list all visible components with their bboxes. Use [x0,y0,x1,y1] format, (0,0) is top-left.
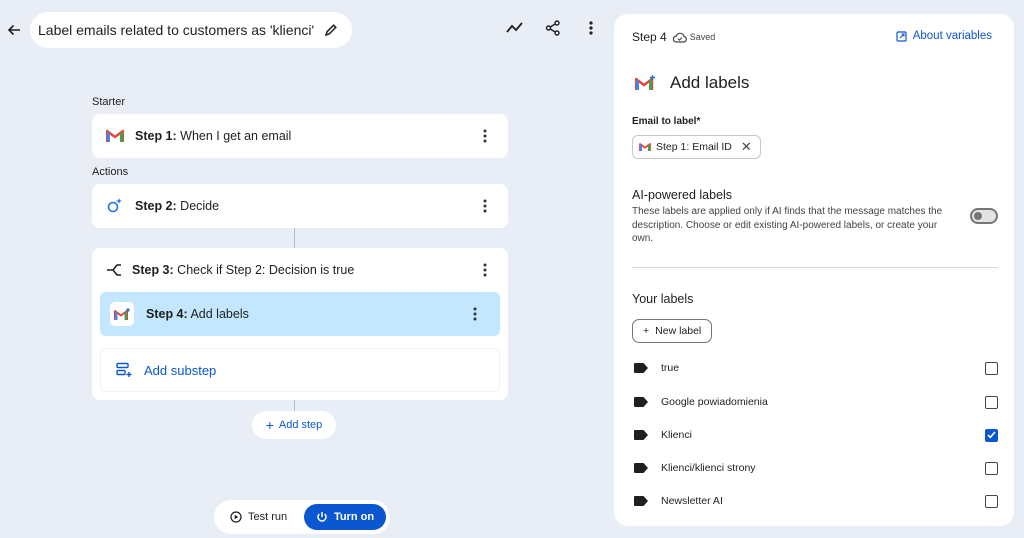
about-variables-label: About variables [912,30,992,42]
back-arrow-icon[interactable] [2,18,26,42]
turn-on-label: Turn on [333,511,375,523]
check-icon [987,431,996,439]
plus-icon: + [643,325,650,337]
step-4-more-icon[interactable] [464,303,486,325]
connector-line [294,228,295,248]
flow-toolbar [505,18,601,38]
ai-labels-toggle[interactable] [970,208,998,224]
test-run-label: Test run [248,511,288,523]
play-circle-icon [230,511,242,523]
share-icon[interactable] [543,18,563,38]
step-3-group: Step 3: Check if Step 2: Decision is tru… [92,248,508,400]
activity-trend-icon[interactable] [505,18,525,38]
label-row-klienci-strony: Klienci/klienci strony [632,458,998,478]
section-divider [632,267,998,268]
label-checkbox[interactable] [985,494,998,508]
label-row-klienci: Klienci [632,425,998,445]
add-step-button[interactable]: + Add step [252,411,336,439]
gmail-icon [639,143,651,151]
panel-header: Step 4 Saved [632,30,715,44]
turn-on-button[interactable]: Turn on [304,504,386,530]
gmail-add-icon [110,302,134,326]
test-run-button[interactable]: Test run [230,511,287,523]
email-to-label-field-label: Email to label* [632,116,701,127]
starter-section-label: Starter [92,96,126,108]
flow-title: Label emails related to customers as 'kl… [38,22,315,38]
step-1-label: Step 1: When I get an email [135,129,292,143]
label-name: Klienci [661,429,692,441]
label-name: Klienci/klienci strony [661,462,756,474]
edit-pencil-icon[interactable] [324,23,338,37]
flow-editor: Label emails related to customers as 'kl… [0,8,604,534]
more-vert-icon[interactable] [581,18,601,38]
label-row-google-powiadomienia: Google powiadomienia [632,392,998,412]
add-step-label: Add step [278,419,323,431]
step-config-panel: Step 4 Saved About variables Add labels … [614,14,1014,526]
about-variables-link[interactable]: About variables [896,30,992,42]
label-row-newsletter-ai: Newsletter AI [632,491,998,511]
step-4-label: Step 4: Add labels [146,307,249,321]
email-chip-label: Step 1: Email ID [656,141,732,153]
step-2-label: Step 2: Decide [135,199,220,213]
label-tag-icon [634,430,648,440]
email-variable-chip[interactable]: Step 1: Email ID ✕ [632,135,761,159]
label-checkbox-checked[interactable] [985,428,998,442]
label-row-true: true [632,358,998,378]
label-name: Google powiadomienia [661,396,768,408]
open-in-new-icon [896,30,907,42]
actions-section-label: Actions [92,166,129,178]
add-substep-button[interactable]: Add substep [100,348,500,392]
decide-sparkle-icon [105,196,125,216]
label-tag-icon [634,463,648,473]
panel-step-label: Step 4 [632,30,667,44]
label-name: true [661,362,680,374]
step-3-card[interactable]: Step 3: Check if Step 2: Decision is tru… [92,248,508,292]
plus-icon: + [265,417,274,433]
step-4-card-selected[interactable]: Step 4: Add labels [100,292,500,336]
step-2-card[interactable]: Step 2: Decide [92,184,508,228]
label-tag-icon [634,397,648,407]
step-3-more-icon[interactable] [474,259,496,281]
ai-labels-title: AI-powered labels [632,188,733,202]
step-2-more-icon[interactable] [474,195,496,217]
label-checkbox[interactable] [985,461,998,475]
label-tag-icon [634,496,648,506]
panel-title: Add labels [634,72,749,94]
remove-chip-close-icon[interactable]: ✕ [741,139,752,155]
add-substep-label: Add substep [144,362,217,378]
saved-label: Saved [689,32,716,42]
gmail-add-icon [634,72,656,94]
label-checkbox[interactable] [985,361,998,375]
label-name: Newsletter AI [661,495,723,507]
power-icon [317,512,327,522]
ai-labels-description: These labels are applied only if AI find… [632,206,943,244]
branch-icon [104,260,124,280]
run-controls: Test run Turn on [214,500,390,534]
flow-title-pill[interactable]: Label emails related to customers as 'kl… [30,12,353,48]
panel-title-text: Add labels [670,73,750,92]
new-label-text: New label [655,325,702,337]
cloud-done-icon [672,32,687,43]
label-checkbox[interactable] [985,395,998,409]
saved-status: Saved [672,32,716,43]
step-1-more-icon[interactable] [474,125,496,147]
step-3-label: Step 3: Check if Step 2: Decision is tru… [132,263,355,277]
label-tag-icon [634,363,648,373]
gmail-icon [105,126,125,146]
new-label-button[interactable]: + New label [632,319,713,343]
step-1-card[interactable]: Step 1: When I get an email [92,114,508,158]
add-substep-icon [116,362,132,378]
your-labels-title: Your labels [632,292,694,306]
connector-line [294,400,295,411]
